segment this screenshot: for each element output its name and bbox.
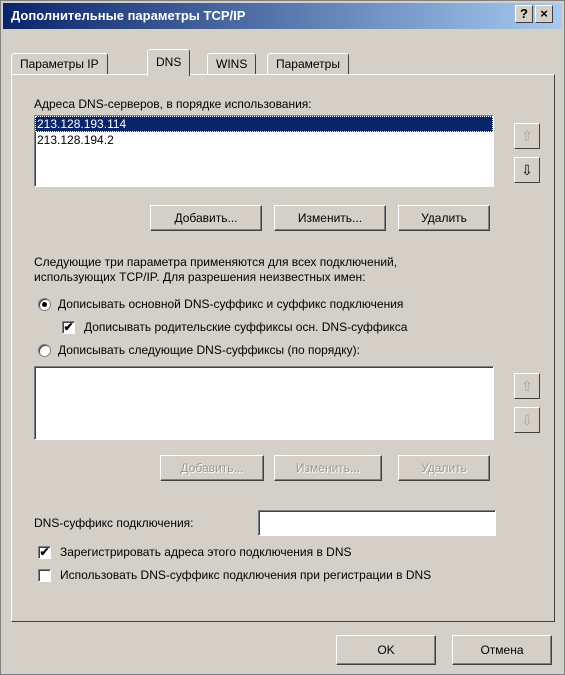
ok-button[interactable]: OK [336, 635, 436, 665]
close-button[interactable]: × [535, 5, 553, 23]
suffix-edit-button[interactable]: Изменить... [274, 455, 382, 481]
tcpip-dialog: Дополнительные параметры TCP/IP ? × Пара… [0, 0, 565, 675]
connection-suffix-input[interactable] [258, 510, 496, 536]
radio-primary-suffix[interactable] [38, 298, 51, 311]
dns-servers-label: Адреса DNS-серверов, в порядке использов… [34, 97, 312, 111]
tab-ip-settings[interactable]: Параметры IP [11, 53, 108, 75]
suffix-move-down-button[interactable]: ⇩ [514, 407, 540, 433]
suffix-move-up-button[interactable]: ⇧ [514, 373, 540, 399]
check-register[interactable]: ✔ [38, 546, 51, 559]
dns-move-down-button[interactable]: ⇩ [514, 157, 540, 183]
checkmark-icon: ✔ [39, 545, 50, 559]
description-line-2: использующих TCP/IP. Для разрешения неиз… [34, 270, 366, 284]
arrow-up-icon: ⇧ [521, 378, 533, 394]
dns-server-item[interactable]: 213.128.194.2 [35, 132, 493, 148]
radio-following-suffixes[interactable] [38, 344, 51, 357]
radio-primary-suffix-label[interactable]: Дописывать основной DNS-суффикс и суффик… [58, 297, 403, 311]
radio-dot [42, 302, 47, 307]
suffix-remove-button[interactable]: Удалить [398, 455, 490, 481]
dns-tab-panel: Адреса DNS-серверов, в порядке использов… [11, 74, 555, 622]
connection-suffix-label: DNS-суффикс подключения: [34, 516, 194, 530]
check-use-suffix[interactable] [38, 569, 51, 582]
checkmark-icon: ✔ [63, 320, 74, 334]
check-parent-suffixes[interactable]: ✔ [62, 321, 75, 334]
check-use-suffix-label[interactable]: Использовать DNS-суффикс подключения при… [60, 568, 431, 582]
tab-dns[interactable]: DNS [147, 49, 191, 76]
cancel-button[interactable]: Отмена [452, 635, 552, 665]
suffix-list[interactable] [34, 366, 494, 440]
check-register-label[interactable]: Зарегистрировать адреса этого подключени… [60, 545, 352, 559]
tab-wins[interactable]: WINS [207, 53, 257, 75]
dns-remove-button[interactable]: Удалить [398, 205, 490, 231]
check-parent-suffixes-label[interactable]: Дописывать родительские суффиксы осн. DN… [84, 320, 407, 334]
radio-following-suffixes-label[interactable]: Дописывать следующие DNS-суффиксы (по по… [58, 343, 360, 357]
close-icon: × [540, 6, 548, 21]
suffix-add-button[interactable]: Добавить... [160, 455, 264, 481]
dns-edit-button[interactable]: Изменить... [274, 205, 386, 231]
arrow-up-icon: ⇧ [521, 128, 533, 144]
arrow-down-icon: ⇩ [521, 162, 533, 178]
dns-servers-list[interactable]: 213.128.193.114 213.128.194.2 [34, 115, 494, 187]
dns-move-up-button[interactable]: ⇧ [514, 123, 540, 149]
arrow-down-icon: ⇩ [521, 412, 533, 428]
window-title: Дополнительные параметры TCP/IP [11, 8, 246, 23]
dns-server-item[interactable]: 213.128.193.114 [35, 116, 493, 132]
tab-options[interactable]: Параметры [267, 53, 349, 75]
description-line-1: Следующие три параметра применяются для … [34, 255, 398, 269]
dns-add-button[interactable]: Добавить... [150, 205, 262, 231]
help-button[interactable]: ? [515, 5, 533, 23]
help-icon: ? [520, 6, 528, 21]
title-bar: Дополнительные параметры TCP/IP [3, 3, 562, 29]
